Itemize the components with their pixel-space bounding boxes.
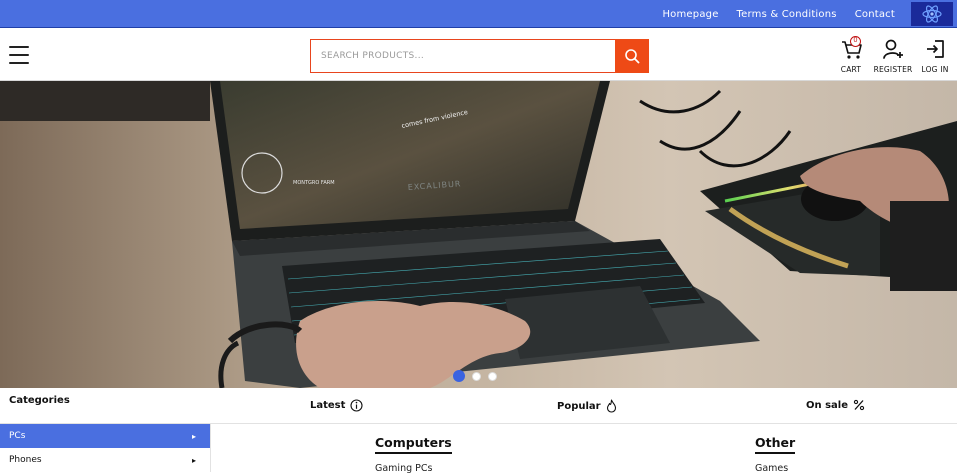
tab-on-sale-label: On sale xyxy=(806,399,849,411)
hero-image: MONTGRO FARM comes from violence EXCALIB… xyxy=(0,81,957,388)
hero-carousel[interactable]: MONTGRO FARM comes from violence EXCALIB… xyxy=(0,81,957,388)
top-bar: Homepage Terms & Conditions Contact xyxy=(0,0,957,28)
carousel-dot-3[interactable] xyxy=(488,371,497,381)
tab-latest-label: Latest xyxy=(310,400,346,411)
sidebar-item-label: PCs xyxy=(9,431,26,441)
menu-column-computers: Computers Gaming PCs xyxy=(375,434,452,474)
main-header: 0 CART REGISTER xyxy=(0,29,957,81)
contact-link[interactable]: Contact xyxy=(855,9,895,20)
register-label: REGISTER xyxy=(873,65,913,74)
column-title: Computers xyxy=(375,435,452,454)
column-title: Other xyxy=(755,435,796,454)
hero-map-text: MONTGRO FARM xyxy=(293,180,335,186)
category-bar: Categories Latest Popular On sale xyxy=(0,388,957,424)
percent-icon xyxy=(853,399,865,411)
search-button[interactable] xyxy=(615,39,649,73)
tab-popular[interactable]: Popular xyxy=(557,399,617,413)
search-icon xyxy=(625,49,640,64)
login-label: LOG IN xyxy=(921,65,949,74)
eu-flag-icon[interactable] xyxy=(911,2,953,26)
carousel-dot-1[interactable] xyxy=(453,370,465,382)
terms-link[interactable]: Terms & Conditions xyxy=(737,9,837,20)
carousel-dot-2[interactable] xyxy=(472,371,481,381)
tab-popular-label: Popular xyxy=(557,400,601,412)
category-sidebar: PCs ▸ Phones ▸ xyxy=(0,424,211,472)
login-button[interactable]: LOG IN xyxy=(910,37,957,77)
login-icon xyxy=(927,40,944,58)
info-icon xyxy=(350,399,363,412)
menu-link-games[interactable]: Games xyxy=(755,463,795,474)
sidebar-item-pcs[interactable]: PCs ▸ xyxy=(0,424,210,448)
menu-column-other: Other Games xyxy=(755,434,796,474)
menu-link-gaming-pcs[interactable]: Gaming PCs xyxy=(375,463,452,474)
flame-icon xyxy=(606,399,616,413)
user-plus-icon xyxy=(883,39,903,59)
carousel-dots xyxy=(453,370,497,382)
sidebar-item-phones[interactable]: Phones ▸ xyxy=(0,448,210,472)
categories-title: Categories xyxy=(9,395,70,406)
cart-label: CART xyxy=(840,65,862,74)
top-links: Homepage Terms & Conditions Contact xyxy=(662,0,895,28)
tab-on-sale[interactable]: On sale xyxy=(806,399,865,411)
tab-latest[interactable]: Latest xyxy=(310,399,363,412)
sidebar-item-label: Phones xyxy=(9,455,42,465)
search-box xyxy=(310,39,616,73)
search-input[interactable] xyxy=(311,40,615,72)
hamburger-menu-icon[interactable] xyxy=(9,46,29,64)
chevron-right-icon: ▸ xyxy=(191,455,196,465)
cart-count-badge: 0 xyxy=(850,36,861,47)
homepage-link[interactable]: Homepage xyxy=(662,9,718,20)
chevron-right-icon: ▸ xyxy=(191,431,196,441)
